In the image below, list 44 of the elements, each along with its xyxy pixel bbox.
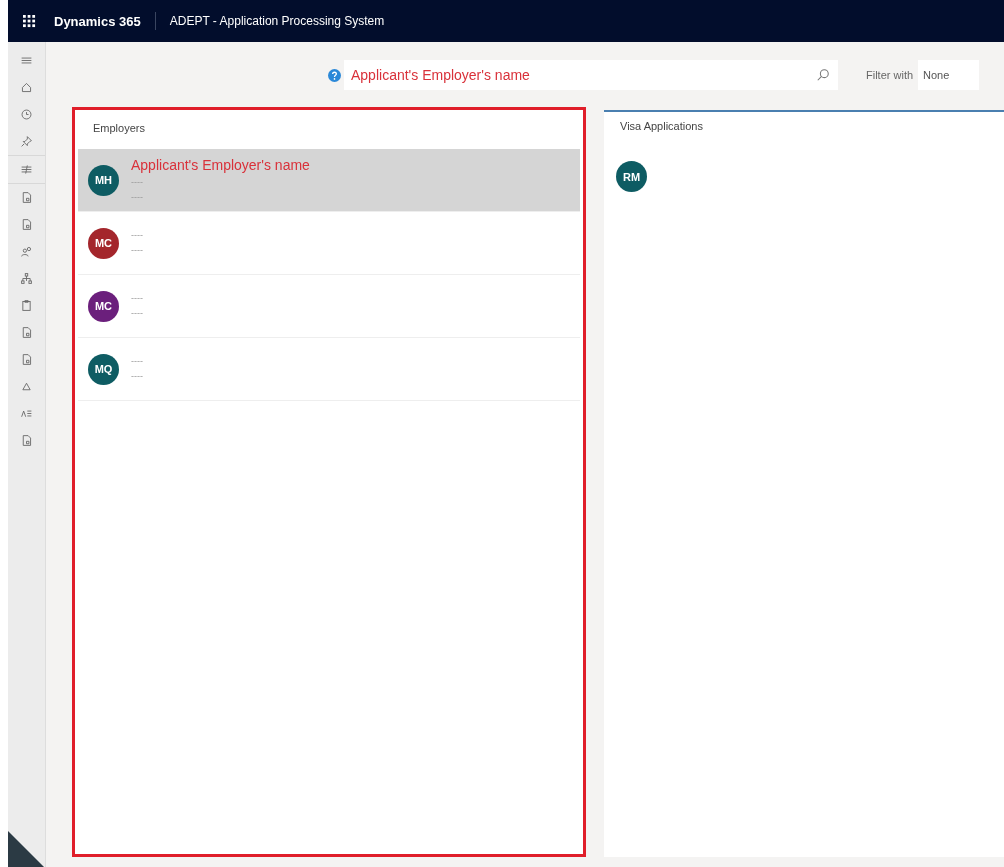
menu-icon[interactable] <box>20 54 33 67</box>
search-icon[interactable] <box>816 68 830 82</box>
search-field[interactable]: Applicant's Employer's name <box>328 60 838 90</box>
pin-icon[interactable] <box>20 135 33 148</box>
list-icon[interactable] <box>20 407 33 420</box>
employer-detail: ---- <box>131 293 143 304</box>
employer-detail: ---- <box>131 308 143 319</box>
document-icon[interactable] <box>20 353 33 366</box>
document-icon[interactable] <box>20 218 33 231</box>
filter-label: Filter with <box>866 69 914 81</box>
employer-row[interactable]: MC ---- ---- <box>78 275 580 338</box>
clipboard-icon[interactable] <box>20 299 33 312</box>
panel-title: Visa Applications <box>619 119 704 134</box>
document-icon[interactable] <box>20 191 33 204</box>
employer-row[interactable]: MH Applicant's Employer's name ---- ---- <box>78 149 580 212</box>
help-icon[interactable] <box>328 68 341 82</box>
employer-detail: ---- <box>131 192 144 203</box>
app-title: ADEPT - Application Processing System <box>169 14 385 28</box>
triangle-icon[interactable] <box>20 380 33 393</box>
document-icon[interactable] <box>20 434 33 447</box>
corner-triangle-icon[interactable] <box>8 831 44 867</box>
hierarchy-icon[interactable] <box>20 272 33 285</box>
avatar: MH <box>88 164 119 196</box>
clock-icon[interactable] <box>20 108 33 121</box>
employer-detail: ---- <box>131 371 143 382</box>
avatar[interactable]: RM <box>616 161 647 192</box>
employer-detail: ---- <box>131 177 144 188</box>
employer-detail: ---- <box>131 356 143 367</box>
panel-title: Employers <box>92 121 146 136</box>
employer-detail: ---- <box>131 245 143 256</box>
filter-dropdown[interactable]: None <box>918 60 980 90</box>
people-icon[interactable] <box>20 245 33 258</box>
employer-row[interactable]: MC ---- ---- <box>78 212 580 275</box>
lines-icon[interactable] <box>20 163 33 176</box>
avatar: MC <box>88 290 119 322</box>
app-name[interactable]: Dynamics 365 <box>54 13 141 29</box>
document-icon[interactable] <box>20 326 33 339</box>
employer-name: Applicant's Employer's name <box>131 157 310 173</box>
avatar: MC <box>88 227 119 259</box>
employer-row[interactable]: MQ ---- ---- <box>78 338 580 401</box>
app-launcher-icon[interactable] <box>23 14 36 28</box>
home-icon[interactable] <box>20 81 33 94</box>
employer-detail: ---- <box>131 230 143 241</box>
avatar: MQ <box>88 353 119 385</box>
